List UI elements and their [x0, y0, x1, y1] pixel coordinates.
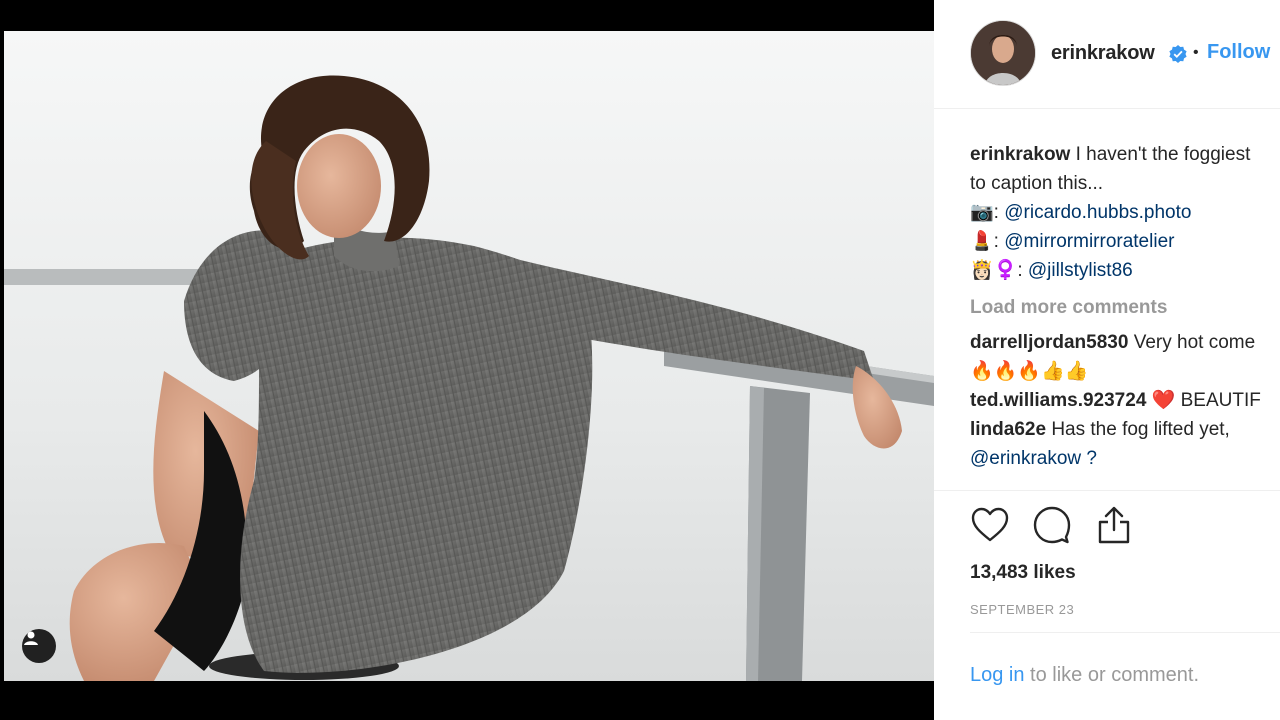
post-photo[interactable]: [4, 31, 934, 681]
likes-count[interactable]: 13,483 likes: [970, 562, 1076, 584]
caption-text-line1: I haven't the foggiest: [1070, 144, 1251, 165]
comment-text: Very hot come: [1128, 332, 1256, 353]
comment-button[interactable]: [1032, 505, 1072, 545]
comments-list[interactable]: erinkrakow I haven't the foggiest to cap…: [970, 140, 1280, 488]
post-date[interactable]: SEPTEMBER 23: [970, 602, 1074, 617]
comment-item: linda62e Has the fog lifted yet,: [970, 415, 1280, 444]
comment-item: ted.williams.923724 ❤️ BEAUTIF: [970, 386, 1280, 415]
comment-text-continued: 🔥🔥🔥👍👍: [970, 361, 1089, 382]
divider: [970, 632, 1280, 633]
login-prompt: Log in to like or comment.: [970, 664, 1199, 687]
caption: erinkrakow I haven't the foggiest: [970, 140, 1280, 169]
comment-item: darrelljordan5830 Very hot come: [970, 328, 1280, 357]
mention-link[interactable]: @jillstylist86: [1028, 260, 1133, 281]
avatar-image: [971, 21, 1035, 85]
login-link[interactable]: Log in: [970, 664, 1025, 686]
comment-text: ❤️ BEAUTIF: [1146, 390, 1261, 411]
caption-username[interactable]: erinkrakow: [970, 144, 1070, 165]
comment-username[interactable]: linda62e: [970, 419, 1046, 440]
camera-emoji: 📷: [970, 202, 994, 223]
credit-separator: :: [993, 231, 1005, 252]
mention-link[interactable]: @mirrormirroratelier: [1004, 231, 1174, 252]
login-prompt-text: to like or comment.: [1024, 664, 1200, 686]
user-tag-button[interactable]: [22, 629, 56, 663]
post-author-username[interactable]: erinkrakow: [1051, 42, 1155, 65]
post-header: erinkrakow • Follow: [934, 0, 1280, 109]
lipstick-emoji: 💄: [970, 231, 994, 252]
verified-badge-icon: [1169, 45, 1187, 63]
photo-stage: [0, 0, 934, 720]
photo-illustration: [4, 31, 934, 681]
avatar[interactable]: [970, 20, 1036, 86]
caption-credit: 👸🏻‍♀️: @jillstylist86: [970, 256, 1280, 285]
share-button[interactable]: [1094, 505, 1134, 545]
action-bar: [970, 505, 1134, 547]
follow-button[interactable]: Follow: [1207, 41, 1270, 64]
comment-text: Has the fog lifted yet,: [1046, 419, 1230, 440]
mention-link[interactable]: @ricardo.hubbs.photo: [1004, 202, 1191, 223]
share-icon: [1098, 506, 1130, 544]
heart-icon: [971, 507, 1009, 542]
mention-link[interactable]: @erinkrakow ?: [970, 444, 1280, 473]
stylist-emoji: 👸🏻‍♀️: [970, 260, 1018, 281]
caption-text-line2: to caption this...: [970, 173, 1104, 194]
comment-username[interactable]: darrelljordan5830: [970, 332, 1128, 353]
comment-username[interactable]: ted.williams.923724: [970, 390, 1146, 411]
user-tag-icon: [24, 631, 38, 645]
post-side-panel: erinkrakow • Follow erinkrakow I haven't…: [934, 0, 1280, 720]
header-separator: •: [1193, 44, 1199, 61]
like-button[interactable]: [970, 505, 1010, 545]
load-more-comments-button[interactable]: Load more comments: [970, 293, 1280, 322]
divider: [934, 490, 1280, 491]
caption-credit: 📷: @ricardo.hubbs.photo: [970, 198, 1280, 227]
comment-icon: [1033, 506, 1071, 544]
credit-separator: :: [993, 202, 1005, 223]
credit-separator: :: [1017, 260, 1028, 281]
caption-credit: 💄: @mirrormirroratelier: [970, 227, 1280, 256]
